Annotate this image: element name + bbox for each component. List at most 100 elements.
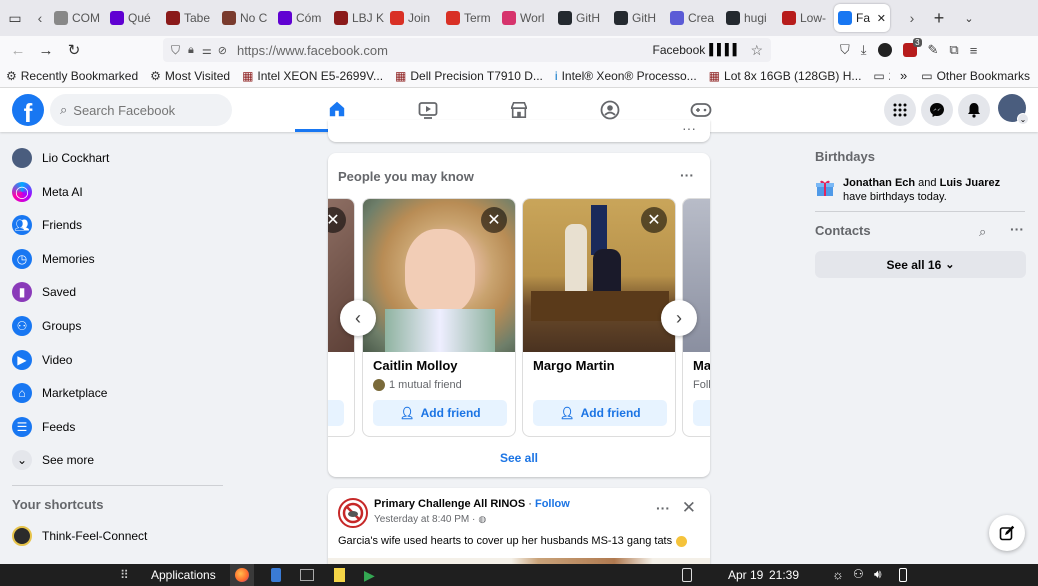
sidebar-item[interactable]: ⌄ See more: [12, 450, 94, 471]
back-button[interactable]: ←: [4, 42, 32, 59]
bookmark-item[interactable]: i Intel® Xeon® Processo...: [549, 69, 703, 83]
more-options-icon[interactable]: ···: [682, 120, 696, 136]
extension-icon[interactable]: [877, 43, 892, 57]
barcode-icon[interactable]: ▌▌▌▌: [709, 44, 740, 56]
terminal-taskbar-icon[interactable]: [300, 569, 314, 581]
person-card[interactable]: ✕ Caitlin Molloy 1 mutual friend 👤︎ Add …: [362, 198, 516, 437]
tab[interactable]: No C: [218, 0, 274, 36]
list-all-tabs-icon[interactable]: ⌄: [954, 12, 984, 25]
files-taskbar-icon[interactable]: [271, 568, 281, 582]
app-grid-icon[interactable]: ⠿: [120, 568, 129, 582]
page-name[interactable]: Primary Challenge All RINOS: [374, 498, 525, 510]
clipboard-icon[interactable]: [682, 568, 692, 582]
sidebar-item[interactable]: ☰ Feeds: [12, 416, 75, 437]
carousel-next-button[interactable]: ›: [661, 300, 697, 336]
sidebar-item[interactable]: ▮ Saved: [12, 282, 76, 303]
bookmark-item[interactable]: ▦ Intel XEON E5-2699V...: [236, 69, 389, 83]
bookmark-item[interactable]: ▦ Lot 8x 16GB (128GB) H...: [703, 69, 868, 83]
sidebar-item[interactable]: 👥︎ Friends: [12, 215, 82, 236]
add-friend-button[interactable]: 👤︎ Add friend: [533, 400, 667, 426]
search-box[interactable]: ⌕: [50, 94, 232, 126]
extension-icon-2[interactable]: ✎: [928, 42, 939, 58]
contacts-search-icon[interactable]: ⌕: [979, 224, 986, 240]
messenger-button[interactable]: [921, 94, 953, 126]
close-icon[interactable]: ✕: [641, 207, 667, 233]
contacts-more-options-icon[interactable]: ···: [1010, 221, 1024, 237]
menu-grid-button[interactable]: [884, 94, 916, 126]
birthday-entry[interactable]: Jonathan Ech and Luis Juarez have birthd…: [815, 176, 1025, 204]
sidebar-item[interactable]: Lio Cockhart: [12, 148, 109, 168]
sidebar-item[interactable]: ⚇ Groups: [12, 316, 81, 336]
network-icon[interactable]: ⚇: [853, 567, 864, 581]
notifications-button[interactable]: [958, 94, 990, 126]
shortcut-item[interactable]: Think-Feel-Connect: [12, 526, 147, 546]
pocket-icon[interactable]: ⛉: [840, 42, 850, 58]
close-tab-icon[interactable]: ✕: [877, 12, 886, 25]
other-bookmarks[interactable]: ▭ Other Bookmarks: [915, 69, 1036, 83]
close-icon[interactable]: ✕: [682, 498, 696, 518]
camera-off-icon[interactable]: ⊘: [218, 44, 227, 57]
lock-icon[interactable]: 🔒︎: [188, 44, 194, 57]
tab[interactable]: Qué: [106, 0, 162, 36]
tab[interactable]: COM: [50, 0, 106, 36]
ublock-icon[interactable]: 3: [902, 38, 922, 57]
tab-list-icon[interactable]: ▭: [0, 10, 30, 27]
page-avatar[interactable]: [338, 498, 368, 528]
follow-link[interactable]: Follow: [535, 498, 570, 510]
post-time[interactable]: Yesterday at 8:40 PM ·: [374, 514, 475, 525]
url-text[interactable]: https://www.facebook.com: [237, 43, 388, 58]
battery-icon[interactable]: [899, 568, 907, 582]
bookmark-item[interactable]: ▦ Dell Precision T7910 D...: [389, 69, 549, 83]
carousel-prev-button[interactable]: ‹: [340, 300, 376, 336]
url-bar[interactable]: ⛉ 🔒︎ ⚌ ⊘ https://www.facebook.com Facebo…: [163, 38, 771, 62]
new-tab-button[interactable]: +: [924, 8, 954, 29]
pymk-more-options-icon[interactable]: ···: [680, 167, 694, 183]
profile-avatar[interactable]: ⌄: [998, 94, 1029, 125]
person-card[interactable]: ✕ Margo Martin 👤︎ Add friend: [522, 198, 676, 437]
permissions-icon[interactable]: ⚌: [202, 44, 212, 57]
shield-icon[interactable]: ⛉: [171, 43, 180, 58]
post-more-options-icon[interactable]: ···: [656, 500, 670, 516]
tab[interactable]: hugi: [722, 0, 778, 36]
tab[interactable]: Join: [386, 0, 442, 36]
date-label[interactable]: Apr 19: [728, 568, 763, 582]
facebook-logo-icon[interactable]: f: [12, 94, 44, 126]
tab[interactable]: Tabe: [162, 0, 218, 36]
applications-menu[interactable]: Applications: [151, 568, 216, 582]
close-icon[interactable]: ✕: [481, 207, 507, 233]
sidebar-item[interactable]: ◷ Memories: [12, 248, 95, 269]
tab[interactable]: LBJ K: [330, 0, 386, 36]
time-label[interactable]: 21:39: [769, 568, 799, 582]
forward-button[interactable]: →: [32, 42, 60, 59]
pymk-see-all-link[interactable]: See all: [328, 451, 710, 465]
reload-button[interactable]: ↻: [60, 41, 88, 59]
bookmark-star-icon[interactable]: ☆: [750, 42, 763, 59]
download-icon[interactable]: ⤓: [861, 42, 867, 58]
tab[interactable]: Worl: [498, 0, 554, 36]
tab-scroll-left-icon[interactable]: ‹: [30, 10, 50, 26]
tab[interactable]: Crea: [666, 0, 722, 36]
bookmark-item[interactable]: ▭ 2023: [867, 69, 890, 83]
person-name[interactable]: Ma: [693, 358, 710, 373]
add-friend-button[interactable]: 👤︎ Add friend: [373, 400, 507, 426]
brightness-icon[interactable]: ☼: [832, 567, 844, 582]
tab[interactable]: Term: [442, 0, 498, 36]
add-friend-button[interactable]: [693, 400, 710, 426]
menu-icon[interactable]: ≡: [970, 43, 978, 58]
tab[interactable]: GitH: [554, 0, 610, 36]
search-input[interactable]: [73, 102, 214, 118]
tab[interactable]: Cóm: [274, 0, 330, 36]
see-all-contacts-button[interactable]: See all 16 ⌄: [815, 251, 1026, 278]
person-name[interactable]: Margo Martin: [533, 358, 615, 373]
tab-scroll-right-icon[interactable]: ›: [900, 10, 924, 26]
sidebar-item[interactable]: ⌂ Marketplace: [12, 383, 107, 404]
notes-taskbar-icon[interactable]: [334, 568, 345, 582]
extensions-puzzle-icon[interactable]: ⧉: [949, 42, 958, 58]
bookmark-item[interactable]: ⚙ Most Visited: [144, 69, 236, 83]
volume-icon[interactable]: 🔊︎: [874, 567, 882, 582]
firefox-taskbar-icon[interactable]: [230, 564, 254, 586]
birthday-name[interactable]: Jonathan Ech: [843, 177, 915, 189]
new-message-button[interactable]: [989, 515, 1025, 551]
play-store-taskbar-icon[interactable]: ▶: [364, 567, 375, 584]
birthday-name[interactable]: Luis Juarez: [940, 177, 1001, 189]
